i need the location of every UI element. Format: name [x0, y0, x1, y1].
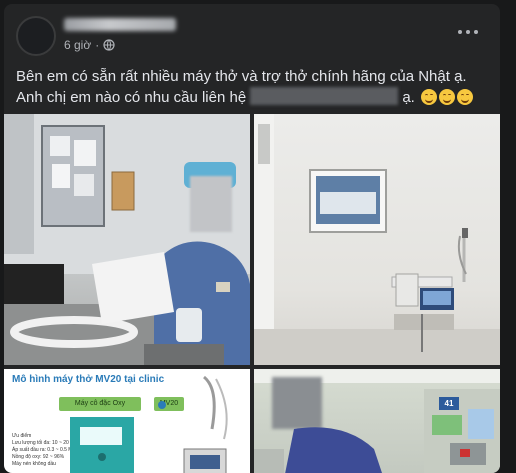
- slide-features-heading: Ưu điểm: [12, 433, 32, 439]
- room-number-sign: 41: [439, 397, 459, 410]
- contact-redacted: [250, 87, 399, 105]
- author-name-redacted[interactable]: [64, 18, 176, 31]
- slide-feature: Áp suất đầu ra: 0.3 ~ 0.5 Mpa: [12, 447, 79, 453]
- smiling-face-icon: [421, 89, 438, 105]
- smiling-face-icon: [439, 89, 456, 105]
- globe-icon[interactable]: [103, 39, 115, 51]
- author-avatar[interactable]: [16, 16, 56, 56]
- photo-mv20-slide[interactable]: Mô hình máy thở MV20 tại clinic Máy cô đ…: [4, 369, 250, 473]
- post-text: Bên em có sẵn rất nhiều máy thở và trợ t…: [16, 66, 496, 108]
- photo-doctor-desk[interactable]: [4, 114, 250, 365]
- post-time[interactable]: 6 giờ: [64, 38, 91, 52]
- post-text-line-1: Bên em có sẵn rất nhiều máy thở và trợ t…: [16, 68, 467, 85]
- photo-ventilator-room[interactable]: [254, 114, 500, 365]
- slide-feature: Máy nén không dầu: [12, 461, 56, 467]
- slide-label-mv20: MV20: [154, 397, 184, 411]
- post-meta: 6 giờ ·: [64, 38, 115, 52]
- post-card: 6 giờ · Bên em có sẵn rất nhiều máy thở …: [4, 4, 500, 473]
- smiling-face-icon: [457, 89, 474, 105]
- slide-feature: Lưu lượng tối đa: 10 ~ 20 LPM: [12, 440, 81, 446]
- slide-feature: Nồng độ oxy: 92 ~ 96%: [12, 454, 65, 460]
- photo-grid: Mô hình máy thở MV20 tại clinic Máy cô đ…: [4, 114, 500, 473]
- meta-separator: ·: [95, 38, 100, 52]
- slide-features-list: Ưu điểm Lưu lượng tối đa: 10 ~ 20 LPM Áp…: [12, 433, 81, 468]
- slide-label-oxygen: Máy cô đặc Oxy: [59, 397, 141, 411]
- more-options-icon[interactable]: [458, 26, 478, 38]
- slide-title: Mô hình máy thở MV20 tại clinic: [12, 374, 165, 385]
- post-text-line-2: Anh chị em nào có nhu cầu liên hệ ạ.: [16, 87, 496, 108]
- photo-hospital-room[interactable]: 41: [254, 369, 500, 473]
- post-text-line-2-prefix: Anh chị em nào có nhu cầu liên hệ: [16, 89, 247, 106]
- post-text-line-2-suffix: ạ.: [402, 89, 415, 106]
